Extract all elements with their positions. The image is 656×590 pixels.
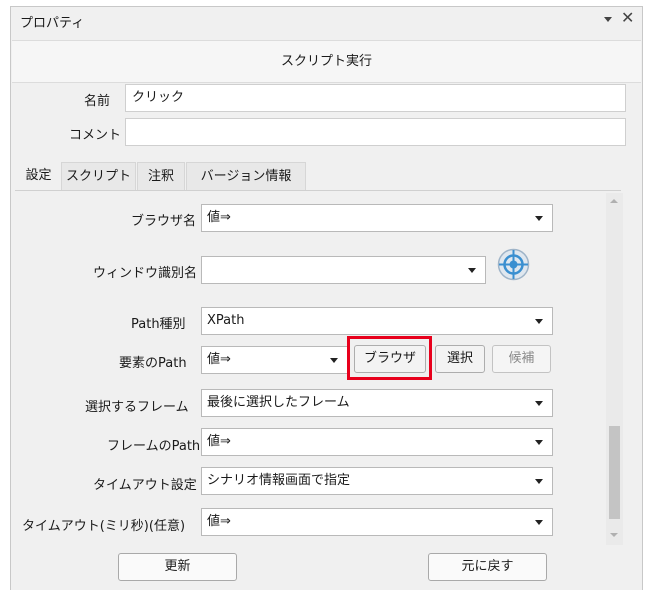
element-path-label: 要素のPath <box>119 356 187 371</box>
comment-field[interactable] <box>125 118 626 146</box>
timeout-ms-label: タイムアウト(ミリ秒)(任意) <box>22 519 186 534</box>
highlight-box <box>347 336 432 380</box>
frame-path-select[interactable]: 値⇒ <box>201 428 553 456</box>
frame-select-select[interactable]: 最後に選択したフレーム <box>201 389 553 417</box>
close-icon[interactable]: ✕ <box>621 8 634 28</box>
chevron-down-icon <box>535 401 543 406</box>
crosshair-target-icon[interactable] <box>496 247 531 282</box>
candidates-button[interactable]: 候補 <box>492 345 551 373</box>
timeout-setting-value: シナリオ情報画面で指定 <box>207 473 351 488</box>
window-title: プロパティ <box>20 16 85 31</box>
update-button[interactable]: 更新 <box>118 553 237 581</box>
title-bar: プロパティ ✕ <box>11 7 642 33</box>
timeout-ms-value: 値⇒ <box>207 514 231 529</box>
browser-name-select[interactable]: 値⇒ <box>201 204 553 232</box>
path-type-label: Path種別 <box>131 317 186 332</box>
name-value: クリック <box>132 90 185 105</box>
name-field[interactable]: クリック <box>125 84 626 112</box>
chevron-down-icon <box>330 358 338 363</box>
frame-path-label: フレームのPath <box>107 439 201 454</box>
chevron-down-icon <box>535 479 543 484</box>
comment-label: コメント <box>69 128 122 143</box>
path-type-select[interactable]: XPath <box>201 307 553 335</box>
chevron-down-icon <box>535 216 543 221</box>
vertical-scrollbar[interactable] <box>606 193 623 545</box>
dropdown-menu-icon[interactable] <box>601 12 615 26</box>
tab-notes[interactable]: 注釈 <box>137 162 185 190</box>
scroll-down-icon[interactable] <box>610 533 618 537</box>
panel-header: スクリプト実行 <box>12 40 641 83</box>
window-id-select[interactable] <box>201 256 486 284</box>
select-button[interactable]: 選択 <box>435 345 485 373</box>
timeout-ms-select[interactable]: 値⇒ <box>201 508 553 536</box>
chevron-down-icon <box>535 520 543 525</box>
scroll-up-icon[interactable] <box>610 199 618 203</box>
timeout-setting-label: タイムアウト設定 <box>93 478 197 493</box>
element-path-value: 値⇒ <box>207 352 231 367</box>
chevron-down-icon <box>535 319 543 324</box>
window-id-label: ウィンドウ識別名 <box>93 266 198 281</box>
frame-path-value: 値⇒ <box>207 434 231 449</box>
tab-version-info[interactable]: バージョン情報 <box>186 162 306 190</box>
tab-script[interactable]: スクリプト <box>61 162 136 190</box>
chevron-down-icon <box>468 268 476 273</box>
frame-select-label: 選択するフレーム <box>85 400 189 415</box>
scrollbar-thumb[interactable] <box>609 426 620 519</box>
chevron-down-icon <box>535 440 543 445</box>
browser-name-label: ブラウザ名 <box>131 214 197 229</box>
browser-name-value: 値⇒ <box>207 210 231 225</box>
name-label: 名前 <box>84 94 111 109</box>
timeout-setting-select[interactable]: シナリオ情報画面で指定 <box>201 467 553 495</box>
revert-button[interactable]: 元に戻す <box>428 553 547 581</box>
tab-settings[interactable]: 設定 <box>17 162 60 190</box>
element-path-select[interactable]: 値⇒ <box>201 346 348 374</box>
frame-select-value: 最後に選択したフレーム <box>207 395 350 410</box>
path-type-value: XPath <box>207 313 245 328</box>
